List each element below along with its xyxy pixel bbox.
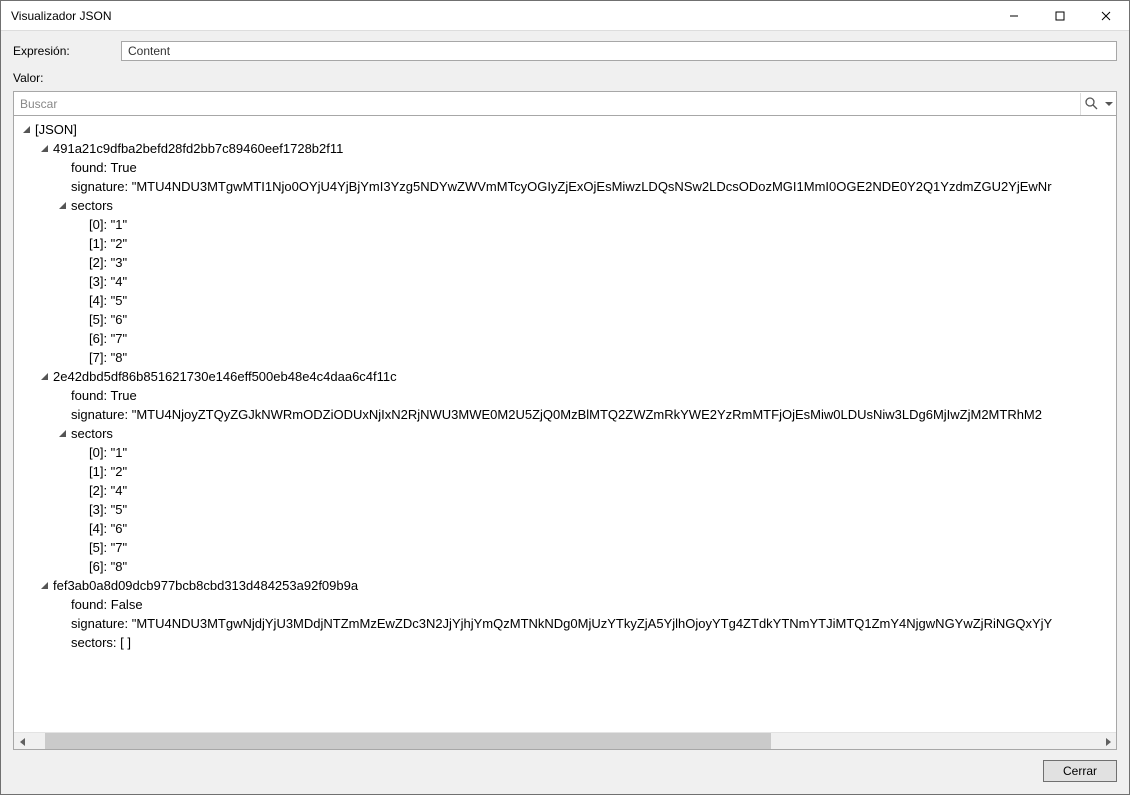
search-dropdown-icon[interactable] [1102,93,1116,115]
tree-leaf-found[interactable]: found: False [56,595,1116,614]
search-input[interactable] [14,93,1080,115]
tree-leaf-sector[interactable]: [5]: "6" [74,310,1116,329]
tree-leaf-sector[interactable]: [6]: "8" [74,557,1116,576]
maximize-button[interactable] [1037,1,1083,31]
tree-node[interactable]: 491a21c9dfba2befd28fd2bb7c89460eef1728b2… [38,139,1116,158]
tree-leaf-found[interactable]: found: True [56,386,1116,405]
tree-leaf-found[interactable]: found: True [56,158,1116,177]
tree-leaf-sector[interactable]: [1]: "2" [74,462,1116,481]
body: Expresión: Content Valor: [JSON]491a21c9… [1,31,1129,794]
tree-leaf-signature[interactable]: signature: "MTU4NjoyZTQyZGJkNWRmODZiODUx… [56,405,1116,424]
scroll-left-button[interactable] [14,733,31,750]
tree-leaf-sector[interactable]: [0]: "1" [74,443,1116,462]
tree-node[interactable]: fef3ab0a8d09dcb977bcb8cbd313d484253a92f0… [38,576,1116,595]
collapse-icon[interactable] [56,200,68,212]
tree-leaf-sector[interactable]: [2]: "3" [74,253,1116,272]
scroll-thumb[interactable] [45,733,771,750]
scroll-right-button[interactable] [1099,733,1116,750]
close-button[interactable] [1083,1,1129,31]
expression-label: Expresión: [13,44,121,58]
titlebar: Visualizador JSON [1,1,1129,31]
search-bar [13,91,1117,115]
tree-leaf-sector[interactable]: [6]: "7" [74,329,1116,348]
json-tree[interactable]: [JSON]491a21c9dfba2befd28fd2bb7c89460eef… [14,116,1116,732]
tree-node-sectors[interactable]: sectors [56,196,1116,215]
value-label: Valor: [13,71,1117,85]
search-icon[interactable] [1080,93,1102,115]
tree-leaf-sector[interactable]: [0]: "1" [74,215,1116,234]
tree-leaf-sector[interactable]: [5]: "7" [74,538,1116,557]
tree-leaf-sector[interactable]: [4]: "6" [74,519,1116,538]
tree-leaf-signature[interactable]: signature: "MTU4NDU3MTgwMTI1Njo0OYjU4YjB… [56,177,1116,196]
collapse-icon[interactable] [38,143,50,155]
tree-leaf-sector[interactable]: [7]: "8" [74,348,1116,367]
tree-leaf-sector[interactable]: [3]: "5" [74,500,1116,519]
expression-row: Expresión: Content [13,41,1117,61]
json-visualizer-window: Visualizador JSON Expresión: Content Val… [0,0,1130,795]
collapse-icon[interactable] [56,428,68,440]
minimize-button[interactable] [991,1,1037,31]
tree-leaf-sector[interactable]: [2]: "4" [74,481,1116,500]
expression-field[interactable]: Content [121,41,1117,61]
window-title: Visualizador JSON [1,9,991,23]
tree-leaf-signature[interactable]: signature: "MTU4NDU3MTgwNjdjYjU3MDdjNTZm… [56,614,1116,633]
tree-leaf-sector[interactable]: [1]: "2" [74,234,1116,253]
close-dialog-button[interactable]: Cerrar [1043,760,1117,782]
tree-node[interactable]: 2e42dbd5df86b851621730e146eff500eb48e4c4… [38,367,1116,386]
collapse-icon[interactable] [38,580,50,592]
scroll-track[interactable] [31,733,1099,749]
collapse-icon[interactable] [20,124,32,136]
tree-leaf-sectors-empty[interactable]: sectors: [ ] [56,633,1116,652]
tree-container: [JSON]491a21c9dfba2befd28fd2bb7c89460eef… [13,115,1117,750]
tree-leaf-sector[interactable]: [4]: "5" [74,291,1116,310]
collapse-icon[interactable] [38,371,50,383]
footer: Cerrar [13,750,1117,782]
tree-node-sectors[interactable]: sectors [56,424,1116,443]
tree-leaf-sector[interactable]: [3]: "4" [74,272,1116,291]
horizontal-scrollbar[interactable] [14,732,1116,749]
tree-root[interactable]: [JSON] [20,120,1116,139]
